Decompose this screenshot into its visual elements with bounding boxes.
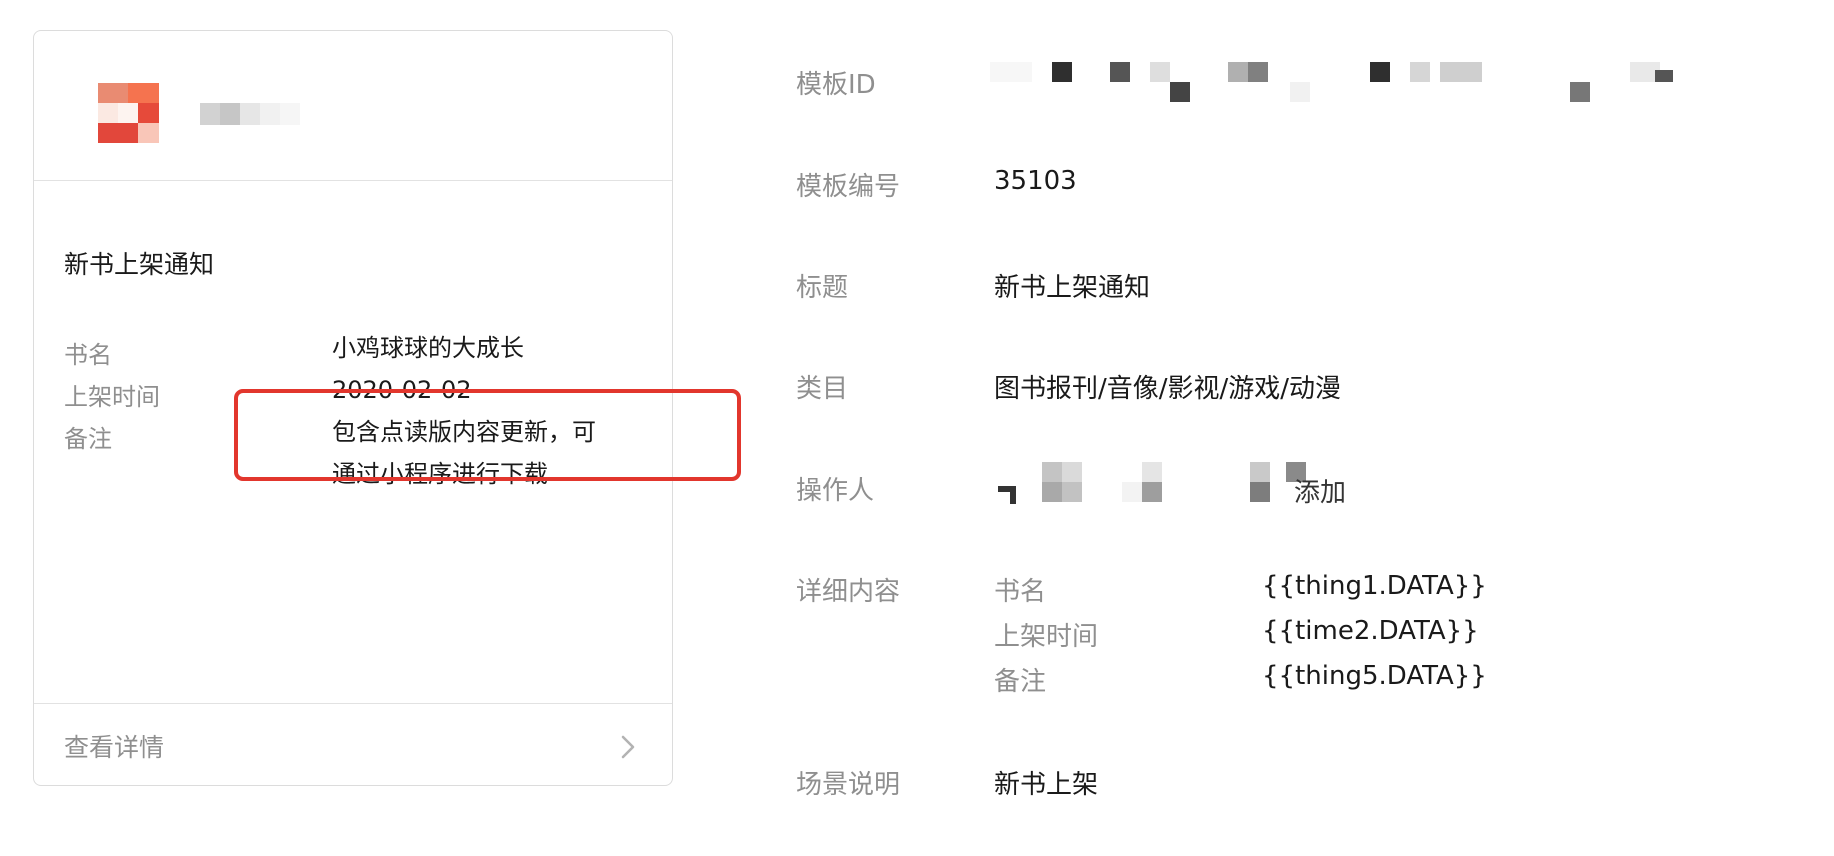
title-label: 标题: [796, 273, 849, 303]
content-row-label-book-name: 书名: [994, 577, 1047, 607]
content-row-value-book-name: {{thing1.DATA}}: [1262, 571, 1487, 601]
content-label: 详细内容: [796, 577, 901, 607]
chevron-right-icon: [621, 735, 635, 759]
field-label-remark: 备注: [64, 425, 112, 453]
view-details-label: 查看详情: [64, 733, 165, 762]
content-row-label-remark: 备注: [994, 667, 1047, 697]
content-row-label-shelf-time: 上架时间: [994, 622, 1099, 652]
operator-label: 操作人: [796, 476, 875, 506]
scene-value: 新书上架: [994, 770, 1099, 800]
card-header: [34, 31, 672, 181]
remark-highlight-box: [234, 389, 741, 481]
view-details-link[interactable]: 查看详情: [34, 703, 672, 785]
content-row-value-remark: {{thing5.DATA}}: [1262, 661, 1487, 691]
title-value: 新书上架通知: [994, 273, 1151, 303]
account-logo-icon: [98, 83, 194, 173]
scene-label: 场景说明: [796, 770, 901, 800]
operator-partial-text: 添加: [1294, 478, 1347, 508]
template-number-value: 35103: [994, 166, 1077, 196]
template-number-label: 模板编号: [796, 172, 901, 202]
template-id-label: 模板ID: [796, 70, 876, 100]
card-title: 新书上架通知: [64, 250, 215, 279]
category-label: 类目: [796, 374, 849, 404]
content-row-value-shelf-time: {{time2.DATA}}: [1262, 616, 1479, 646]
field-label-shelf-time: 上架时间: [64, 383, 160, 411]
template-id-mosaic: [990, 62, 1702, 102]
field-value-book-name: 小鸡球球的大成长: [332, 334, 524, 362]
category-value: 图书报刊/音像/影视/游戏/动漫: [994, 374, 1342, 404]
field-label-book-name: 书名: [64, 341, 112, 369]
account-name-mosaic: [200, 103, 334, 125]
